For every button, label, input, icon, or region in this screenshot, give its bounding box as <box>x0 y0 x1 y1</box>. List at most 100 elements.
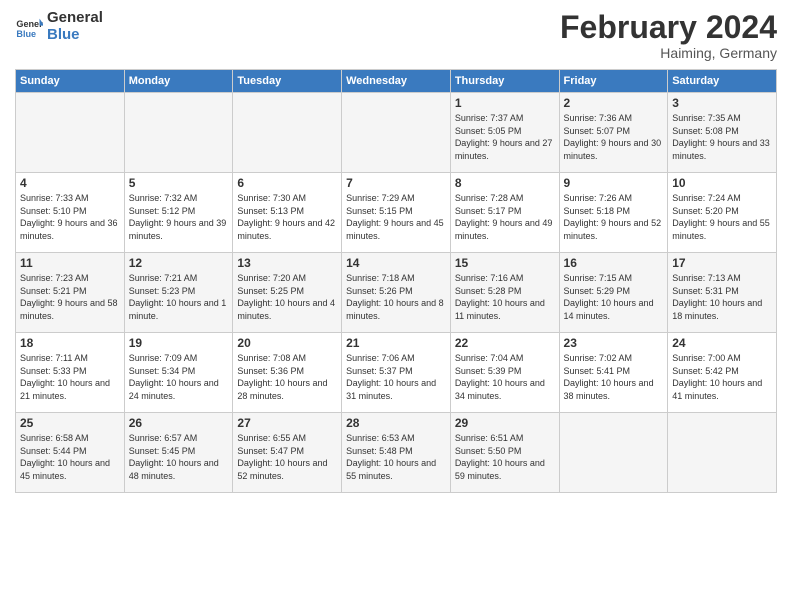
calendar-cell: 20 Sunrise: 7:08 AM Sunset: 5:36 PM Dayli… <box>233 333 342 413</box>
day-number: 14 <box>346 256 446 270</box>
day-number: 1 <box>455 96 555 110</box>
day-info: Sunrise: 7:09 AM Sunset: 5:34 PM Dayligh… <box>129 352 229 402</box>
title-block: February 2024 Haiming, Germany <box>560 10 777 61</box>
calendar-cell: 13 Sunrise: 7:20 AM Sunset: 5:25 PM Dayli… <box>233 253 342 333</box>
day-number: 21 <box>346 336 446 350</box>
day-info: Sunrise: 7:23 AM Sunset: 5:21 PM Dayligh… <box>20 272 120 322</box>
calendar-cell: 9 Sunrise: 7:26 AM Sunset: 5:18 PM Daylig… <box>559 173 668 253</box>
day-info: Sunrise: 7:26 AM Sunset: 5:18 PM Dayligh… <box>564 192 664 242</box>
day-info: Sunrise: 7:36 AM Sunset: 5:07 PM Dayligh… <box>564 112 664 162</box>
day-number: 23 <box>564 336 664 350</box>
day-number: 8 <box>455 176 555 190</box>
day-info: Sunrise: 7:13 AM Sunset: 5:31 PM Dayligh… <box>672 272 772 322</box>
calendar-cell: 4 Sunrise: 7:33 AM Sunset: 5:10 PM Daylig… <box>16 173 125 253</box>
header: General Blue General Blue February 2024 … <box>15 10 777 61</box>
calendar-cell <box>16 93 125 173</box>
calendar-cell: 21 Sunrise: 7:06 AM Sunset: 5:37 PM Dayli… <box>342 333 451 413</box>
day-number: 3 <box>672 96 772 110</box>
calendar-cell: 16 Sunrise: 7:15 AM Sunset: 5:29 PM Dayli… <box>559 253 668 333</box>
day-info: Sunrise: 7:33 AM Sunset: 5:10 PM Dayligh… <box>20 192 120 242</box>
day-number: 22 <box>455 336 555 350</box>
day-info: Sunrise: 6:57 AM Sunset: 5:45 PM Dayligh… <box>129 432 229 482</box>
week-row-2: 4 Sunrise: 7:33 AM Sunset: 5:10 PM Daylig… <box>16 173 777 253</box>
svg-text:General: General <box>16 19 43 29</box>
week-row-4: 18 Sunrise: 7:11 AM Sunset: 5:33 PM Dayli… <box>16 333 777 413</box>
day-number: 13 <box>237 256 337 270</box>
day-number: 17 <box>672 256 772 270</box>
calendar-cell: 11 Sunrise: 7:23 AM Sunset: 5:21 PM Dayli… <box>16 253 125 333</box>
calendar-cell: 19 Sunrise: 7:09 AM Sunset: 5:34 PM Dayli… <box>124 333 233 413</box>
calendar-cell: 18 Sunrise: 7:11 AM Sunset: 5:33 PM Dayli… <box>16 333 125 413</box>
calendar-cell: 24 Sunrise: 7:00 AM Sunset: 5:42 PM Dayli… <box>668 333 777 413</box>
calendar-table: SundayMondayTuesdayWednesdayThursdayFrid… <box>15 69 777 493</box>
calendar-cell <box>342 93 451 173</box>
day-info: Sunrise: 7:15 AM Sunset: 5:29 PM Dayligh… <box>564 272 664 322</box>
calendar-cell: 14Sunrise: 7:18 AM Sunset: 5:26 PM Dayli… <box>342 253 451 333</box>
day-number: 28 <box>346 416 446 430</box>
header-monday: Monday <box>124 70 233 93</box>
calendar-header-row: SundayMondayTuesdayWednesdayThursdayFrid… <box>16 70 777 93</box>
day-number: 20 <box>237 336 337 350</box>
day-number: 24 <box>672 336 772 350</box>
header-tuesday: Tuesday <box>233 70 342 93</box>
calendar-cell: 12 Sunrise: 7:21 AM Sunset: 5:23 PM Dayli… <box>124 253 233 333</box>
day-number: 10 <box>672 176 772 190</box>
day-number: 6 <box>237 176 337 190</box>
day-number: 26 <box>129 416 229 430</box>
calendar-cell <box>668 413 777 493</box>
day-number: 29 <box>455 416 555 430</box>
day-number: 27 <box>237 416 337 430</box>
day-number: 15 <box>455 256 555 270</box>
day-info: Sunrise: 7:06 AM Sunset: 5:37 PM Dayligh… <box>346 352 446 402</box>
day-info: Sunrise: 6:58 AM Sunset: 5:44 PM Dayligh… <box>20 432 120 482</box>
day-number: 11 <box>20 256 120 270</box>
day-info: Sunrise: 7:04 AM Sunset: 5:39 PM Dayligh… <box>455 352 555 402</box>
calendar-cell: 29 Sunrise: 6:51 AM Sunset: 5:50 PM Dayli… <box>450 413 559 493</box>
calendar-cell: 1Sunrise: 7:37 AM Sunset: 5:05 PM Daylig… <box>450 93 559 173</box>
calendar-cell: 28 Sunrise: 6:53 AM Sunset: 5:48 PM Dayli… <box>342 413 451 493</box>
day-info: Sunrise: 7:20 AM Sunset: 5:25 PM Dayligh… <box>237 272 337 322</box>
day-info: Sunrise: 7:21 AM Sunset: 5:23 PM Dayligh… <box>129 272 229 322</box>
calendar-cell: 15Sunrise: 7:16 AM Sunset: 5:28 PM Dayli… <box>450 253 559 333</box>
day-number: 18 <box>20 336 120 350</box>
day-info: Sunrise: 7:28 AM Sunset: 5:17 PM Dayligh… <box>455 192 555 242</box>
calendar-cell: 22 Sunrise: 7:04 AM Sunset: 5:39 PM Dayli… <box>450 333 559 413</box>
main-container: General Blue General Blue February 2024 … <box>0 0 792 503</box>
day-info: Sunrise: 7:11 AM Sunset: 5:33 PM Dayligh… <box>20 352 120 402</box>
header-friday: Friday <box>559 70 668 93</box>
calendar-cell: 26 Sunrise: 6:57 AM Sunset: 5:45 PM Dayli… <box>124 413 233 493</box>
calendar-cell: 8 Sunrise: 7:28 AM Sunset: 5:17 PM Daylig… <box>450 173 559 253</box>
calendar-cell: 2Sunrise: 7:36 AM Sunset: 5:07 PM Daylig… <box>559 93 668 173</box>
day-number: 7 <box>346 176 446 190</box>
calendar-cell <box>559 413 668 493</box>
week-row-3: 11 Sunrise: 7:23 AM Sunset: 5:21 PM Dayli… <box>16 253 777 333</box>
header-saturday: Saturday <box>668 70 777 93</box>
day-info: Sunrise: 6:51 AM Sunset: 5:50 PM Dayligh… <box>455 432 555 482</box>
day-number: 12 <box>129 256 229 270</box>
calendar-cell: 7 Sunrise: 7:29 AM Sunset: 5:15 PM Daylig… <box>342 173 451 253</box>
day-number: 4 <box>20 176 120 190</box>
calendar-cell: 3 Sunrise: 7:35 AM Sunset: 5:08 PM Daylig… <box>668 93 777 173</box>
calendar-cell: 23Sunrise: 7:02 AM Sunset: 5:41 PM Dayli… <box>559 333 668 413</box>
day-info: Sunrise: 7:08 AM Sunset: 5:36 PM Dayligh… <box>237 352 337 402</box>
svg-text:Blue: Blue <box>16 28 36 38</box>
day-info: Sunrise: 6:53 AM Sunset: 5:48 PM Dayligh… <box>346 432 446 482</box>
logo: General Blue General Blue <box>15 10 103 43</box>
header-wednesday: Wednesday <box>342 70 451 93</box>
week-row-1: 1Sunrise: 7:37 AM Sunset: 5:05 PM Daylig… <box>16 93 777 173</box>
day-info: Sunrise: 7:29 AM Sunset: 5:15 PM Dayligh… <box>346 192 446 242</box>
header-sunday: Sunday <box>16 70 125 93</box>
day-info: Sunrise: 7:32 AM Sunset: 5:12 PM Dayligh… <box>129 192 229 242</box>
day-number: 9 <box>564 176 664 190</box>
calendar-cell: 5 Sunrise: 7:32 AM Sunset: 5:12 PM Daylig… <box>124 173 233 253</box>
calendar-cell: 25Sunrise: 6:58 AM Sunset: 5:44 PM Dayli… <box>16 413 125 493</box>
day-number: 16 <box>564 256 664 270</box>
day-info: Sunrise: 7:00 AM Sunset: 5:42 PM Dayligh… <box>672 352 772 402</box>
calendar-cell: 6Sunrise: 7:30 AM Sunset: 5:13 PM Daylig… <box>233 173 342 253</box>
calendar-cell <box>124 93 233 173</box>
day-number: 19 <box>129 336 229 350</box>
day-number: 5 <box>129 176 229 190</box>
day-info: Sunrise: 7:35 AM Sunset: 5:08 PM Dayligh… <box>672 112 772 162</box>
week-row-5: 25Sunrise: 6:58 AM Sunset: 5:44 PM Dayli… <box>16 413 777 493</box>
main-title: February 2024 <box>560 10 777 45</box>
